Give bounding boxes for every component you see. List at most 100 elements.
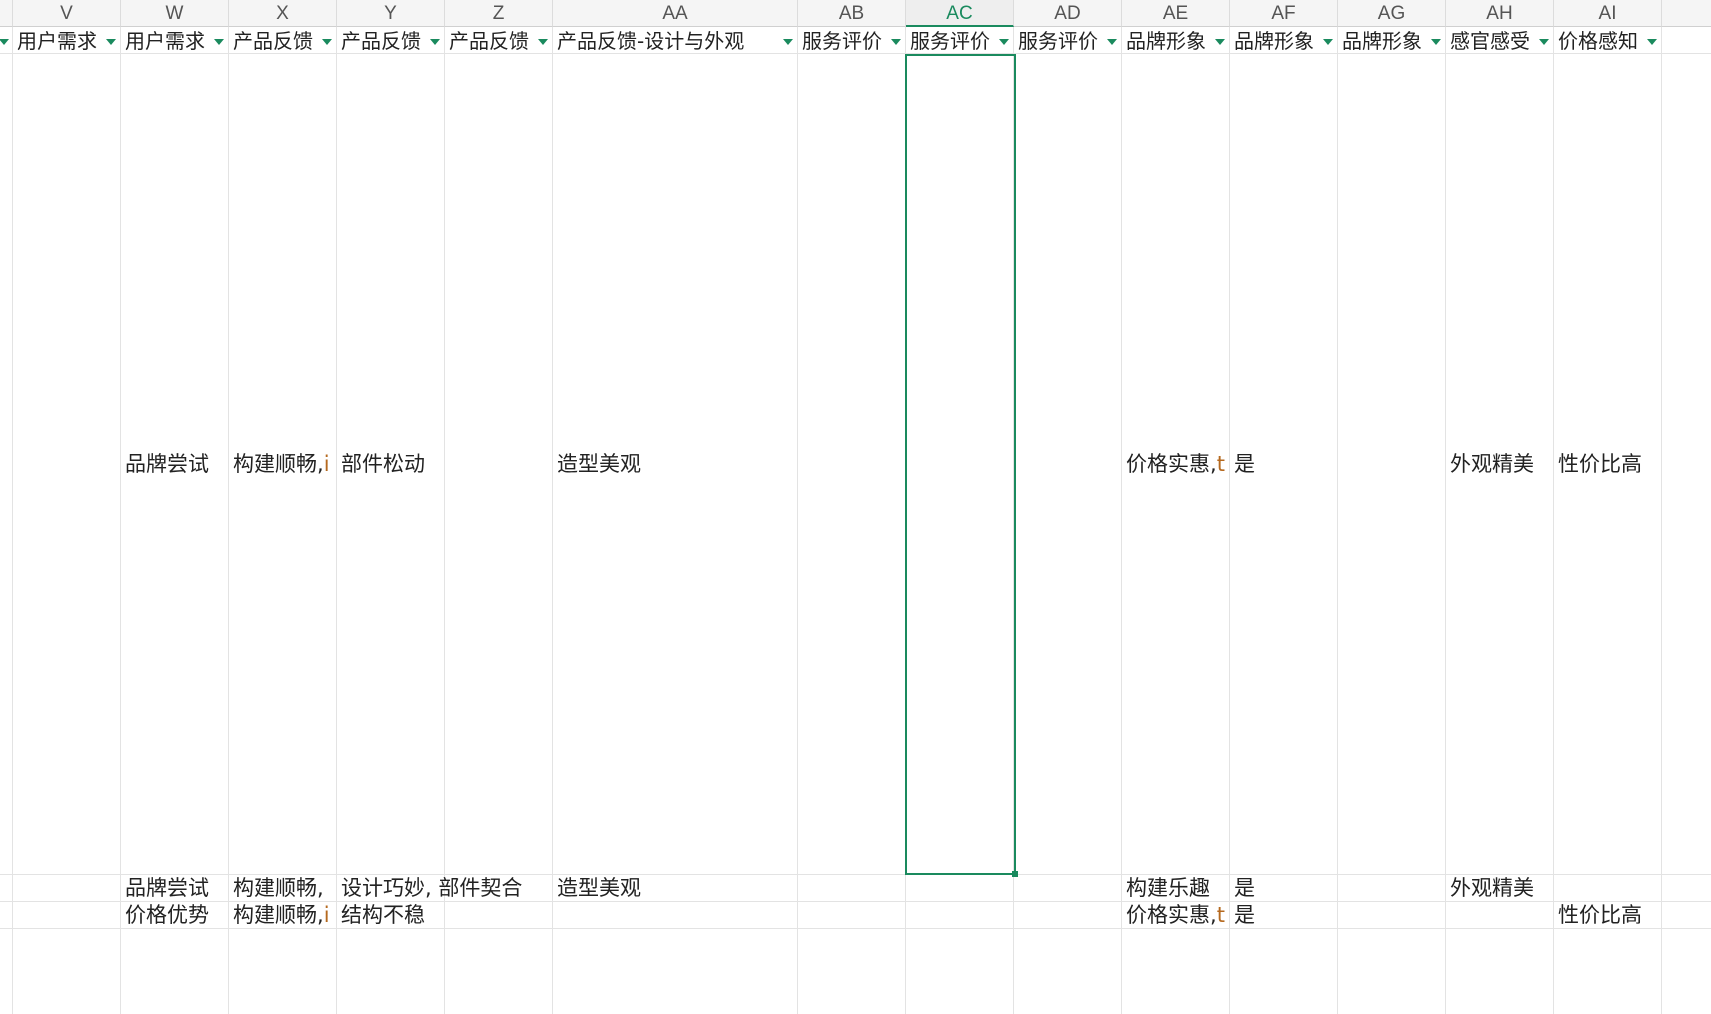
active-cell-selection[interactable] [905, 54, 1018, 877]
cell-y-row1[interactable]: 部件松动 [337, 54, 445, 875]
cell-value: 是 [1234, 452, 1255, 476]
cell-value: 外观精美 [1450, 876, 1534, 900]
column-header-x[interactable]: X [229, 0, 337, 27]
filter-dropdown-icon[interactable] [1429, 35, 1443, 49]
header-label: 产品反馈-设计与外观 [557, 29, 745, 53]
cell-value: 外观精美 [1450, 452, 1534, 476]
cell-af-row1[interactable]: 是 [1230, 54, 1338, 875]
cell-y-row2[interactable]: 设计巧妙, 部件契合 [337, 875, 553, 902]
cell-overflow-hint: t [1216, 452, 1225, 476]
column-header-ae[interactable]: AE [1122, 0, 1230, 27]
column-header-ac[interactable]: AC [906, 0, 1014, 27]
header-cell-ai[interactable]: 价格感知 [1554, 27, 1662, 55]
filter-dropdown-icon[interactable] [1105, 35, 1119, 49]
cell-ah-row2[interactable]: 外观精美 [1446, 875, 1554, 902]
spreadsheet-grid[interactable]: V W X Y Z AA AB AC AD AE AF AG AH AI 用户需求 用户需求 产品反馈 产品反馈… [0, 0, 1711, 1014]
header-cell-ab[interactable]: 服务评价 [798, 27, 906, 55]
cell-overflow-hint: i [323, 903, 330, 927]
column-header-ai[interactable]: AI [1554, 0, 1662, 27]
header-label: 品牌形象 [1342, 29, 1422, 53]
header-cell-x[interactable]: 产品反馈 [229, 27, 337, 55]
filter-dropdown-icon[interactable] [0, 35, 11, 49]
cell-ae-row1[interactable]: 价格实惠,t [1122, 54, 1230, 875]
column-header-aa[interactable]: AA [553, 0, 798, 27]
cell-ai-row3[interactable]: 性价比高 [1554, 902, 1662, 929]
cell-value: 设计巧妙, 部件契合 [341, 876, 523, 900]
cell-overflow-hint: i [323, 452, 330, 476]
header-cell-z[interactable]: 产品反馈 [445, 27, 553, 55]
column-header-ab[interactable]: AB [798, 0, 906, 27]
cell-aa-row2[interactable]: 造型美观 [553, 875, 798, 902]
header-cell-v[interactable]: 用户需求 [13, 27, 121, 55]
filter-dropdown-icon[interactable] [1213, 35, 1227, 49]
filter-dropdown-icon[interactable] [428, 35, 442, 49]
cell-ae-row2[interactable]: 构建乐趣 [1122, 875, 1230, 902]
cell-x-row2[interactable]: 构建顺畅, [229, 875, 337, 902]
cell-w-row1[interactable]: 品牌尝试 [121, 54, 229, 875]
cell-value: 性价比高 [1558, 903, 1642, 927]
header-cell-ac[interactable]: 服务评价 [906, 27, 1014, 55]
cell-ae-row3[interactable]: 价格实惠,t [1122, 902, 1230, 929]
cell-value: 结构不稳 [341, 903, 425, 927]
header-label: 产品反馈 [233, 29, 313, 53]
header-cell-ag[interactable]: 品牌形象 [1338, 27, 1446, 55]
cell-value: 价格实惠, [1126, 903, 1217, 927]
cell-value: 构建乐趣 [1126, 876, 1210, 900]
cell-value: 构建顺畅, [233, 452, 324, 476]
filter-dropdown-icon[interactable] [889, 35, 903, 49]
header-label: 品牌形象 [1234, 29, 1314, 53]
column-header-z[interactable]: Z [445, 0, 553, 27]
column-header-partial[interactable] [0, 0, 13, 27]
cell-value: 是 [1234, 876, 1255, 900]
column-header-w[interactable]: W [121, 0, 229, 27]
column-header-ah[interactable]: AH [1446, 0, 1554, 27]
header-label: 产品反馈 [341, 29, 421, 53]
column-header-y[interactable]: Y [337, 0, 445, 27]
header-cell-w[interactable]: 用户需求 [121, 27, 229, 55]
filter-dropdown-icon[interactable] [1537, 35, 1551, 49]
cell-y-row3[interactable]: 结构不稳 [337, 902, 445, 929]
cell-w-row3[interactable]: 价格优势 [121, 902, 229, 929]
cell-ah-row1[interactable]: 外观精美 [1446, 54, 1554, 875]
cell-aa-row1[interactable]: 造型美观 [553, 54, 798, 875]
filter-dropdown-icon[interactable] [781, 35, 795, 49]
cell-overflow-hint: t [1216, 903, 1225, 927]
header-label: 用户需求 [17, 29, 97, 53]
column-header-v[interactable]: V [13, 0, 121, 27]
filter-dropdown-icon[interactable] [1321, 35, 1335, 49]
header-cell-ad[interactable]: 服务评价 [1014, 27, 1122, 55]
cell-x-row1[interactable]: 构建顺畅,i [229, 54, 337, 875]
cell-w-row2[interactable]: 品牌尝试 [121, 875, 229, 902]
column-header-ag[interactable]: AG [1338, 0, 1446, 27]
cell-value: 构建顺畅, [233, 903, 324, 927]
header-label: 服务评价 [1018, 29, 1098, 53]
header-cell-aa[interactable]: 产品反馈-设计与外观 [553, 27, 798, 55]
header-label: 产品反馈 [449, 29, 529, 53]
filter-dropdown-icon[interactable] [536, 35, 550, 49]
filter-dropdown-icon[interactable] [104, 35, 118, 49]
header-label: 价格感知 [1558, 29, 1638, 53]
header-label: 服务评价 [802, 29, 882, 53]
cell-af-row2[interactable]: 是 [1230, 875, 1338, 902]
cell-value: 构建顺畅, [233, 876, 324, 900]
column-header-af[interactable]: AF [1230, 0, 1338, 27]
header-label: 服务评价 [910, 29, 990, 53]
filter-dropdown-icon[interactable] [320, 35, 334, 49]
gridline [12, 27, 13, 1014]
cell-value: 价格实惠, [1126, 452, 1217, 476]
column-header-ad[interactable]: AD [1014, 0, 1122, 27]
filter-dropdown-icon[interactable] [1645, 35, 1659, 49]
header-label: 感官感受 [1450, 29, 1530, 53]
header-cell-y[interactable]: 产品反馈 [337, 27, 445, 55]
cell-af-row3[interactable]: 是 [1230, 902, 1338, 929]
header-cell-ah[interactable]: 感官感受 [1446, 27, 1554, 55]
header-cell-af[interactable]: 品牌形象 [1230, 27, 1338, 55]
cell-value: 是 [1234, 903, 1255, 927]
fill-handle[interactable] [1012, 871, 1018, 877]
header-cell-ae[interactable]: 品牌形象 [1122, 27, 1230, 55]
filter-dropdown-icon[interactable] [212, 35, 226, 49]
filter-dropdown-icon[interactable] [997, 35, 1011, 49]
cell-x-row3[interactable]: 构建顺畅,i [229, 902, 337, 929]
cell-value: 造型美观 [557, 452, 641, 476]
cell-ai-row1[interactable]: 性价比高 [1554, 54, 1662, 875]
